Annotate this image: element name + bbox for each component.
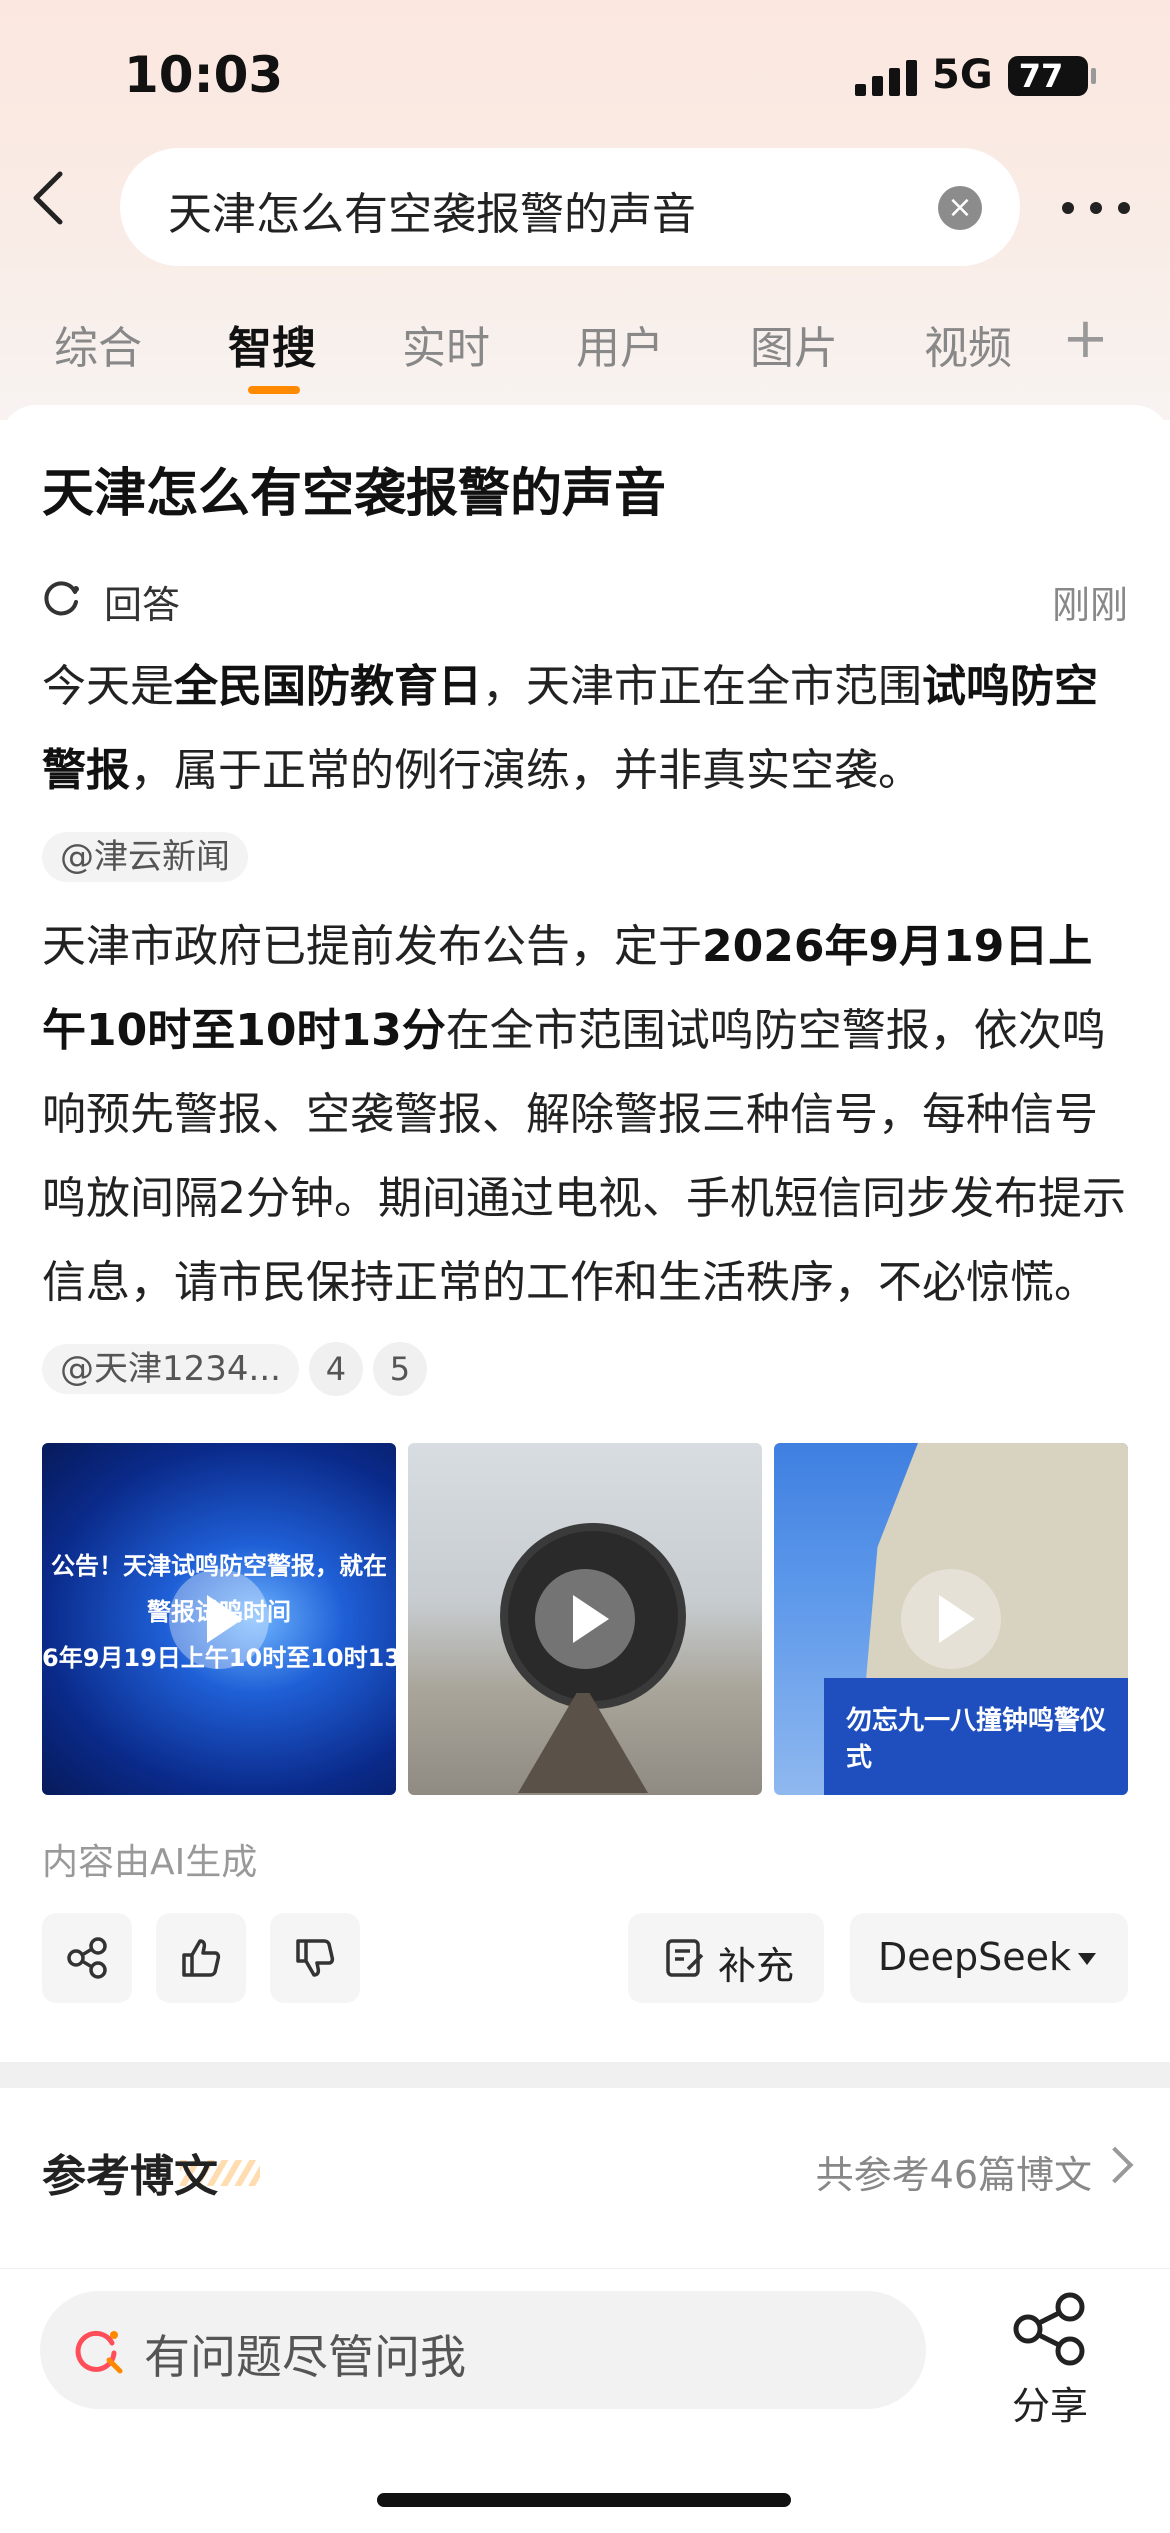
chevron-left-icon [33, 171, 63, 225]
answer-paragraph-2: 天津市政府已提前发布公告，定于2026年9月19日上午10时至10时13分在全市… [42, 905, 1132, 1409]
video-thumbnail[interactable]: 公告！天津试鸣防空警报，就在 警报试鸣时间 6年9月19日上午10时至10时13 [42, 1443, 396, 1795]
monument-image [864, 1443, 1128, 1703]
supplement-button[interactable]: 补充 [628, 1913, 824, 2003]
tab-comprehensive[interactable]: 综合 [54, 312, 142, 376]
play-icon [901, 1569, 1001, 1669]
more-options-button[interactable] [1054, 188, 1144, 228]
status-bar: 10:03 5G 77 [0, 0, 1170, 150]
play-icon [535, 1569, 635, 1669]
share-answer-button[interactable] [42, 1913, 132, 2003]
thumbs-down-icon [296, 1939, 335, 1977]
network-type: 5G [932, 52, 993, 98]
reference-posts-section: 参考博文 共参考46篇博文 [0, 2088, 1170, 2268]
reference-badge[interactable]: 5 [372, 1342, 427, 1396]
tab-images[interactable]: 图片 [750, 312, 838, 376]
dot-icon [1062, 202, 1074, 214]
edit-note-icon [666, 1939, 704, 1977]
ai-generated-note: 内容由AI生成 [42, 1842, 258, 1883]
answer-label: 回答 [104, 583, 181, 627]
like-button[interactable] [156, 1913, 246, 2003]
reference-title: 参考博文 [42, 2151, 218, 2202]
active-tab-indicator [248, 386, 300, 394]
reference-badge[interactable]: 4 [308, 1342, 363, 1396]
battery-level: 77 [1018, 57, 1064, 95]
play-icon [169, 1569, 269, 1669]
section-divider [0, 2062, 1170, 2088]
search-tabs: 综合 智搜 实时 用户 图片 视频 + [0, 300, 1170, 400]
add-tab-button[interactable]: + [1062, 306, 1109, 371]
answer-paragraph-1: 今天是全民国防教育日，天津市正在全市范围试鸣防空警报，属于正常的例行演练，并非真… [42, 645, 1132, 897]
model-label: DeepSeek [878, 1935, 1072, 1979]
home-indicator[interactable] [377, 2493, 791, 2507]
ai-answer-card: 天津怎么有空袭报警的声音 回答 刚刚 今天是全民国防教育日，天津市正在全市范围试… [0, 405, 1170, 2065]
answer-actions: 补充 DeepSeek [42, 1913, 1128, 2003]
bottom-bar: 有问题尽管问我 分享 [0, 2268, 1170, 2533]
dislike-button[interactable] [270, 1913, 360, 2003]
source-tag[interactable]: @津云新闻 [42, 832, 248, 882]
tab-smart-search[interactable]: 智搜 [228, 312, 316, 376]
share-icon [67, 1937, 107, 1979]
battery-icon: 77 [1008, 56, 1096, 96]
answer-header: 回答 刚刚 [42, 570, 1128, 630]
ceremony-panel: 勿忘九一八撞钟鸣警仪式 [824, 1678, 1128, 1795]
share-icon [1013, 2292, 1085, 2366]
dot-icon [1118, 202, 1130, 214]
video-thumbnail[interactable]: 勿忘九一八撞钟鸣警仪式 [774, 1443, 1128, 1795]
clear-search-button[interactable]: × [938, 186, 982, 230]
search-query: 天津怎么有空袭报警的声音 [168, 189, 696, 240]
source-tag[interactable]: @天津1234... [42, 1344, 299, 1394]
back-button[interactable] [28, 168, 88, 248]
caret-down-icon [1078, 1953, 1096, 1965]
ai-search-icon [75, 2330, 123, 2374]
question-title: 天津怎么有空袭报警的声音 [42, 464, 667, 524]
search-header: 天津怎么有空袭报警的声音 × [0, 148, 1170, 268]
tab-videos[interactable]: 视频 [924, 312, 1012, 376]
share-button[interactable]: 分享 [992, 2291, 1112, 2431]
share-label: 分享 [1012, 2384, 1089, 2428]
video-strip: 公告！天津试鸣防空警报，就在 警报试鸣时间 6年9月19日上午10时至10时13… [42, 1443, 1128, 1795]
refresh-icon [44, 581, 79, 616]
tab-realtime[interactable]: 实时 [402, 312, 490, 376]
clock: 10:03 [124, 46, 284, 104]
tab-users[interactable]: 用户 [576, 312, 664, 376]
cellular-signal-icon [855, 60, 917, 96]
ask-placeholder: 有问题尽管问我 [144, 2330, 466, 2384]
thumbs-up-icon [182, 1939, 221, 1977]
video-thumbnail[interactable] [408, 1443, 762, 1795]
search-input[interactable]: 天津怎么有空袭报警的声音 × [120, 148, 1020, 266]
reference-count-link[interactable]: 共参考46篇博文 [816, 2144, 1092, 2199]
chevron-right-icon[interactable] [1096, 2146, 1134, 2184]
dot-icon [1090, 202, 1102, 214]
model-selector[interactable]: DeepSeek [850, 1913, 1128, 2003]
ask-input[interactable]: 有问题尽管问我 [40, 2291, 926, 2409]
supplement-label: 补充 [718, 1944, 795, 1988]
answer-timestamp: 刚刚 [1051, 583, 1128, 627]
